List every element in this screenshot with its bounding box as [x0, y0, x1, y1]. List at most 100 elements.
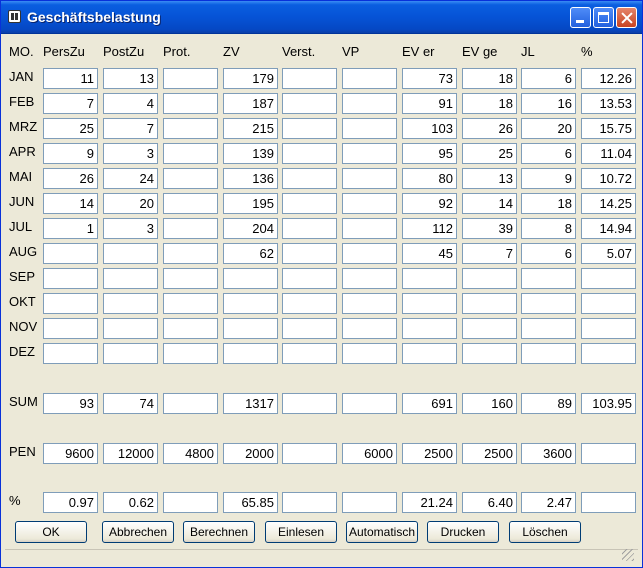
value-field[interactable] [521, 318, 576, 339]
value-field[interactable]: 24 [103, 168, 158, 189]
value-field[interactable]: 215 [223, 118, 278, 139]
value-field[interactable]: 103 [402, 118, 457, 139]
value-field[interactable] [342, 318, 397, 339]
value-field[interactable]: 11.04 [581, 143, 636, 164]
value-field[interactable] [103, 268, 158, 289]
value-field[interactable]: 8 [521, 218, 576, 239]
value-field[interactable] [163, 168, 218, 189]
value-field[interactable]: 13 [462, 168, 517, 189]
value-field[interactable]: 136 [223, 168, 278, 189]
value-field[interactable]: 26 [462, 118, 517, 139]
value-field[interactable] [402, 293, 457, 314]
value-field[interactable] [282, 443, 337, 464]
value-field[interactable]: 139 [223, 143, 278, 164]
value-field[interactable] [103, 243, 158, 264]
ok-button[interactable]: OK [15, 521, 87, 543]
value-field[interactable] [402, 268, 457, 289]
value-field[interactable] [342, 343, 397, 364]
value-field[interactable]: 18 [462, 68, 517, 89]
value-field[interactable]: 204 [223, 218, 278, 239]
value-field[interactable]: 9 [521, 168, 576, 189]
value-field[interactable] [282, 243, 337, 264]
calculate-button[interactable]: Berechnen [183, 521, 255, 543]
value-field[interactable] [223, 293, 278, 314]
value-field[interactable]: 39 [462, 218, 517, 239]
value-field[interactable] [581, 318, 636, 339]
value-field[interactable] [282, 293, 337, 314]
value-field[interactable] [282, 492, 337, 513]
value-field[interactable] [581, 268, 636, 289]
value-field[interactable] [43, 318, 98, 339]
value-field[interactable] [462, 268, 517, 289]
value-field[interactable]: 80 [402, 168, 457, 189]
value-field[interactable] [282, 68, 337, 89]
cancel-button[interactable]: Abbrechen [102, 521, 174, 543]
value-field[interactable] [223, 268, 278, 289]
value-field[interactable]: 26 [43, 168, 98, 189]
value-field[interactable]: 14.25 [581, 193, 636, 214]
app-icon[interactable] [8, 10, 21, 23]
value-field[interactable]: 11 [43, 68, 98, 89]
value-field[interactable] [342, 143, 397, 164]
value-field[interactable] [43, 243, 98, 264]
value-field[interactable] [163, 293, 218, 314]
value-field[interactable] [282, 343, 337, 364]
value-field[interactable] [342, 193, 397, 214]
value-field[interactable] [163, 68, 218, 89]
value-field[interactable]: 2500 [462, 443, 517, 464]
value-field[interactable]: 18 [462, 93, 517, 114]
value-field[interactable]: 25 [43, 118, 98, 139]
value-field[interactable] [223, 318, 278, 339]
value-field[interactable]: 13 [103, 68, 158, 89]
minimize-icon[interactable] [570, 7, 591, 28]
value-field[interactable]: 92 [402, 193, 457, 214]
delete-button[interactable]: Löschen [509, 521, 581, 543]
value-field[interactable] [462, 318, 517, 339]
value-field[interactable]: 13.53 [581, 93, 636, 114]
value-field[interactable] [282, 318, 337, 339]
value-field[interactable]: 3 [103, 218, 158, 239]
value-field[interactable] [163, 118, 218, 139]
value-field[interactable] [163, 393, 218, 414]
value-field[interactable]: 74 [103, 393, 158, 414]
value-field[interactable] [342, 168, 397, 189]
value-field[interactable]: 20 [103, 193, 158, 214]
value-field[interactable]: 9 [43, 143, 98, 164]
value-field[interactable]: 14 [462, 193, 517, 214]
value-field[interactable] [521, 343, 576, 364]
value-field[interactable]: 179 [223, 68, 278, 89]
value-field[interactable]: 9600 [43, 443, 98, 464]
value-field[interactable] [282, 93, 337, 114]
title-bar[interactable]: Geschäftsbelastung [1, 1, 642, 34]
value-field[interactable]: 10.72 [581, 168, 636, 189]
auto-button[interactable]: Automatisch [346, 521, 418, 543]
value-field[interactable] [163, 318, 218, 339]
value-field[interactable] [43, 293, 98, 314]
value-field[interactable] [521, 293, 576, 314]
value-field[interactable] [342, 218, 397, 239]
value-field[interactable]: 112 [402, 218, 457, 239]
value-field[interactable] [581, 293, 636, 314]
value-field[interactable] [282, 168, 337, 189]
value-field[interactable] [581, 443, 636, 464]
value-field[interactable]: 3600 [521, 443, 576, 464]
value-field[interactable] [282, 393, 337, 414]
value-field[interactable]: 91 [402, 93, 457, 114]
value-field[interactable]: 6 [521, 143, 576, 164]
value-field[interactable] [402, 343, 457, 364]
value-field[interactable] [282, 218, 337, 239]
value-field[interactable] [163, 268, 218, 289]
value-field[interactable] [163, 143, 218, 164]
value-field[interactable] [342, 68, 397, 89]
value-field[interactable] [103, 318, 158, 339]
value-field[interactable] [342, 268, 397, 289]
value-field[interactable]: 18 [521, 193, 576, 214]
value-field[interactable] [43, 268, 98, 289]
value-field[interactable] [103, 293, 158, 314]
value-field[interactable]: 14.94 [581, 218, 636, 239]
value-field[interactable]: 1 [43, 218, 98, 239]
value-field[interactable]: 2500 [402, 443, 457, 464]
value-field[interactable] [521, 268, 576, 289]
value-field[interactable]: 93 [43, 393, 98, 414]
value-field[interactable]: 95 [402, 143, 457, 164]
